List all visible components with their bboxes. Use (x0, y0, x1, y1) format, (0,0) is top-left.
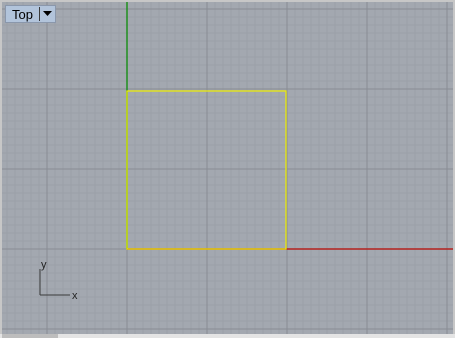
minor-grid-lines (2, 2, 453, 334)
major-grid-lines (2, 2, 453, 334)
tab-divider (38, 7, 40, 21)
viewport-title[interactable]: Top (6, 7, 39, 22)
caret-down-icon[interactable] (42, 6, 53, 22)
scrollbar-thumb[interactable] (2, 334, 58, 338)
viewport-title-tab[interactable]: Top (5, 5, 56, 23)
horizontal-scrollbar[interactable] (0, 334, 455, 338)
viewport-canvas[interactable]: x y (2, 2, 453, 334)
widget-x-label: x (72, 290, 78, 302)
widget-y-label: y (41, 259, 47, 271)
top-viewport[interactable]: x y Top (0, 0, 455, 338)
